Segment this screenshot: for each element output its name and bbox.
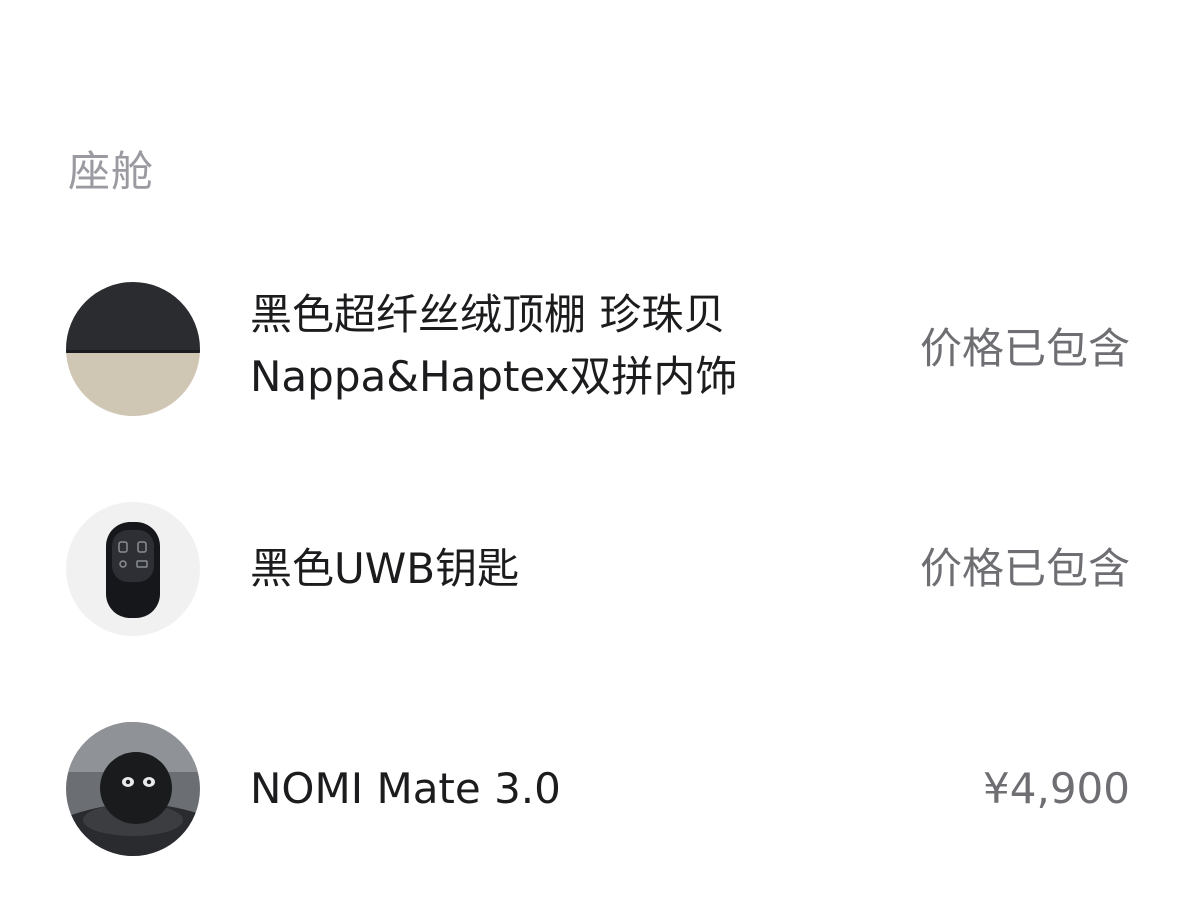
section-title: 座舱 (68, 147, 155, 196)
option-name: 黑色超纤丝绒顶棚 珍珠贝 Nappa&Haptex双拼内饰 (250, 284, 737, 408)
option-name: NOMI Mate 3.0 (250, 764, 561, 813)
option-name: 黑色UWB钥匙 (250, 544, 520, 593)
option-item-uwb-key[interactable]: 黑色UWB钥匙 价格已包含 (0, 500, 1200, 640)
option-name-line-1: 黑色超纤丝绒顶棚 珍珠贝 (250, 290, 726, 339)
option-name-line-2: Nappa&Haptex双拼内饰 (250, 352, 738, 401)
option-price: ¥4,900 (983, 764, 1130, 813)
interior-swatch-thumbnail (66, 282, 200, 416)
option-item-nomi-mate[interactable]: NOMI Mate 3.0 ¥4,900 (0, 720, 1200, 860)
nomi-mate-thumbnail (66, 722, 200, 856)
uwb-key-thumbnail (66, 502, 200, 636)
option-item-interior[interactable]: 黑色超纤丝绒顶棚 珍珠贝 Nappa&Haptex双拼内饰 价格已包含 (0, 280, 1200, 420)
option-price: 价格已包含 (919, 324, 1130, 373)
option-price: 价格已包含 (919, 544, 1130, 593)
